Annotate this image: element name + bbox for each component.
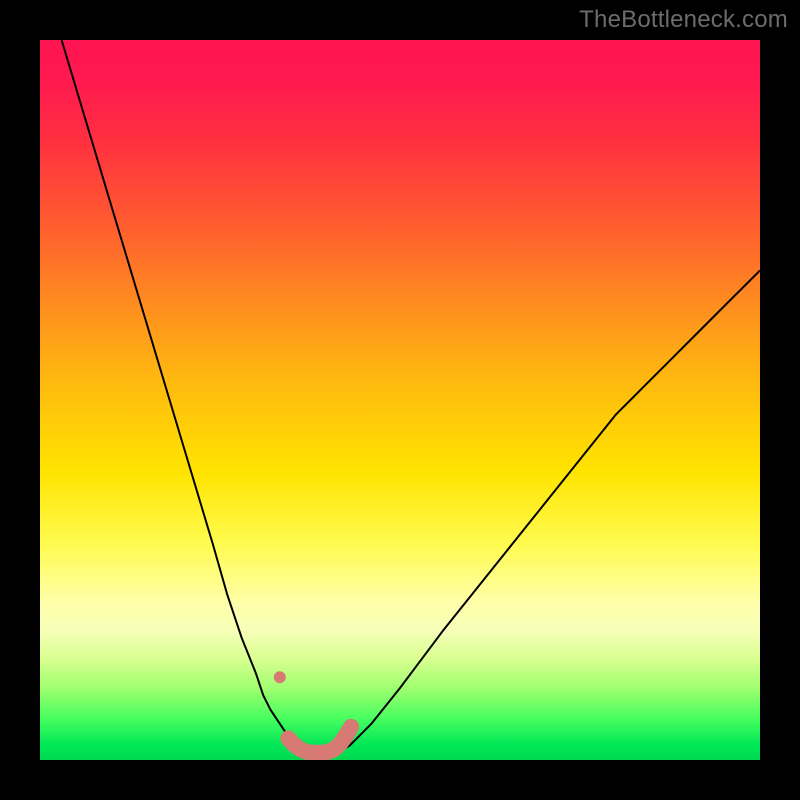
watermark-text: TheBottleneck.com: [579, 6, 788, 34]
right-curve-path: [342, 270, 760, 750]
chart-svg: [40, 40, 760, 760]
series-group: [62, 40, 760, 753]
highlight-bottom-bar-path: [288, 727, 351, 753]
left-curve-path: [62, 40, 303, 750]
highlight-left-dot: [274, 671, 286, 683]
plot-area: [40, 40, 760, 760]
chart-frame: TheBottleneck.com: [0, 0, 800, 800]
